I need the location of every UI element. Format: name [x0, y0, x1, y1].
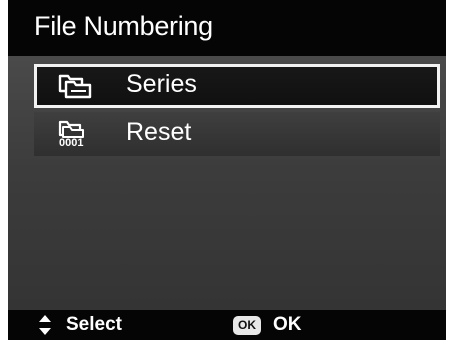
ok-button-icon: OK [233, 315, 261, 335]
select-hint: Select [38, 310, 122, 340]
menu-item-label: Reset [126, 118, 192, 146]
ok-hint-label: OK [273, 314, 302, 335]
menu-item-reset[interactable]: 0001 Reset [34, 112, 440, 156]
up-down-arrows-icon [39, 315, 51, 335]
menu-list: Series 0001 Reset [8, 56, 446, 310]
page-title: File Numbering [34, 11, 213, 41]
select-hint-label: Select [66, 314, 122, 335]
button-hint-bar: Select OK OK [8, 310, 446, 340]
series-folder-icon [58, 74, 92, 99]
reset-folder-0001-icon: 0001 [58, 120, 84, 147]
menu-item-series[interactable]: Series [34, 64, 440, 108]
ok-hint: OK OK [233, 310, 302, 340]
icon-counter-text: 0001 [59, 137, 83, 147]
menu-item-label: Series [126, 70, 197, 98]
camera-menu-screen: File Numbering Series 0001 Reset Select … [8, 0, 446, 340]
title-bar: File Numbering [8, 0, 446, 56]
